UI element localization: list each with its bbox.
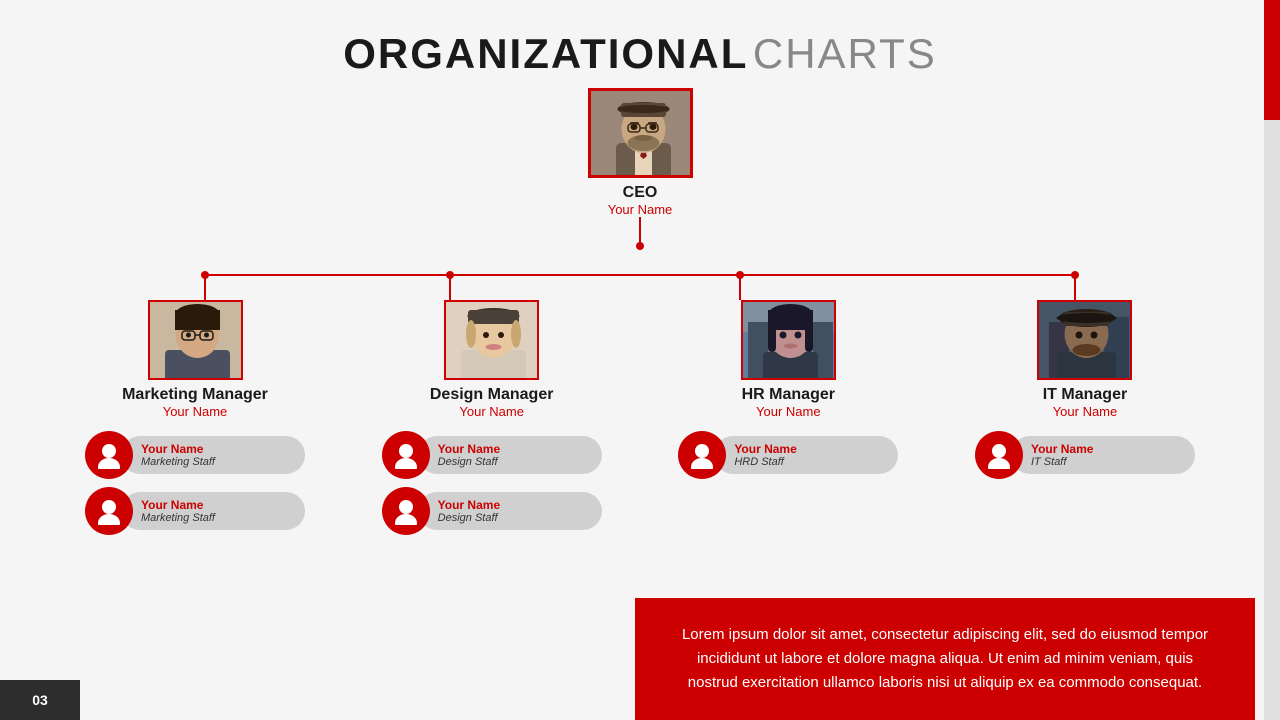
design-photo	[446, 302, 539, 380]
ceo-role: CEO	[623, 184, 658, 202]
marketing-staff-1: Your Name Marketing Staff	[85, 431, 305, 479]
title-bold: ORGANIZATIONAL	[343, 30, 748, 77]
ceo-photo-box	[588, 88, 693, 178]
hr-staff-1-name: Your Name	[734, 442, 886, 456]
hr-role: HR Manager	[742, 386, 835, 404]
hr-photo	[743, 302, 836, 380]
tree-container: Marketing Manager Your Name Your Name Ma…	[60, 250, 1220, 535]
design-staff-2-info: Your Name Design Staff	[418, 492, 602, 530]
design-staff-2-role: Design Staff	[438, 512, 590, 524]
marketing-staff-2-role: Marketing Staff	[141, 512, 293, 524]
org-chart: CEO Your Name	[0, 88, 1280, 535]
managers-row: Marketing Manager Your Name Your Name Ma…	[60, 250, 1220, 535]
marketing-staff-2: Your Name Marketing Staff	[85, 487, 305, 535]
title-light: CHARTS	[753, 30, 937, 77]
lorem-text: Lorem ipsum dolor sit amet, consectetur …	[682, 626, 1208, 691]
marketing-staff-2-info: Your Name Marketing Staff	[121, 492, 305, 530]
ceo-name: Your Name	[608, 202, 673, 217]
ceo-level: CEO Your Name	[588, 88, 693, 250]
person-icon-3	[392, 441, 420, 469]
marketing-role: Marketing Manager	[122, 386, 268, 404]
design-staff-2-name: Your Name	[438, 498, 590, 512]
it-staff-1-avatar	[975, 431, 1023, 479]
hr-staff-1: Your Name HRD Staff	[678, 431, 898, 479]
person-icon-2	[95, 497, 123, 525]
marketing-name: Your Name	[163, 404, 228, 419]
marketing-staff-2-avatar	[85, 487, 133, 535]
person-icon	[95, 441, 123, 469]
design-staff-1-role: Design Staff	[438, 456, 590, 468]
design-staff-1-name: Your Name	[438, 442, 590, 456]
person-icon-4	[392, 497, 420, 525]
page-title: ORGANIZATIONAL CHARTS	[0, 0, 1280, 78]
it-photo-box	[1037, 300, 1132, 380]
person-icon-5	[688, 441, 716, 469]
it-staff-1-role: IT Staff	[1031, 456, 1183, 468]
design-staff-1-info: Your Name Design Staff	[418, 436, 602, 474]
ceo-dot	[636, 242, 644, 250]
design-staff-1-avatar	[382, 431, 430, 479]
design-staff-1: Your Name Design Staff	[382, 431, 602, 479]
design-staff-2: Your Name Design Staff	[382, 487, 602, 535]
manager-col-marketing: Marketing Manager Your Name Your Name Ma…	[60, 300, 330, 535]
ceo-vline	[639, 217, 641, 242]
marketing-staff-1-name: Your Name	[141, 442, 293, 456]
marketing-photo	[150, 302, 243, 380]
manager-col-design: Design Manager Your Name Your Name Desig…	[357, 300, 627, 535]
person-icon-6	[985, 441, 1013, 469]
it-staff-1-name: Your Name	[1031, 442, 1183, 456]
manager-col-hr: HR Manager Your Name Your Name HRD Staff	[653, 300, 923, 535]
marketing-staff-1-avatar	[85, 431, 133, 479]
hr-staff-1-role: HRD Staff	[734, 456, 886, 468]
ceo-card: CEO Your Name	[588, 88, 693, 217]
it-photo	[1039, 302, 1132, 380]
ceo-photo	[591, 91, 693, 178]
it-staff-1: Your Name IT Staff	[975, 431, 1195, 479]
it-role: IT Manager	[1043, 386, 1127, 404]
marketing-staff-1-role: Marketing Staff	[141, 456, 293, 468]
design-photo-box	[444, 300, 539, 380]
hr-name: Your Name	[756, 404, 821, 419]
lorem-box: Lorem ipsum dolor sit amet, consectetur …	[635, 598, 1255, 720]
it-staff-1-info: Your Name IT Staff	[1011, 436, 1195, 474]
hr-photo-box	[741, 300, 836, 380]
marketing-staff-1-info: Your Name Marketing Staff	[121, 436, 305, 474]
marketing-staff-2-name: Your Name	[141, 498, 293, 512]
manager-col-it: IT Manager Your Name Your Name IT Staff	[950, 300, 1220, 535]
hr-staff-1-avatar	[678, 431, 726, 479]
page-number: 03	[0, 680, 80, 720]
design-name: Your Name	[459, 404, 524, 419]
design-role: Design Manager	[430, 386, 554, 404]
hr-staff-1-info: Your Name HRD Staff	[714, 436, 898, 474]
it-name: Your Name	[1053, 404, 1118, 419]
marketing-photo-box	[148, 300, 243, 380]
design-staff-2-avatar	[382, 487, 430, 535]
